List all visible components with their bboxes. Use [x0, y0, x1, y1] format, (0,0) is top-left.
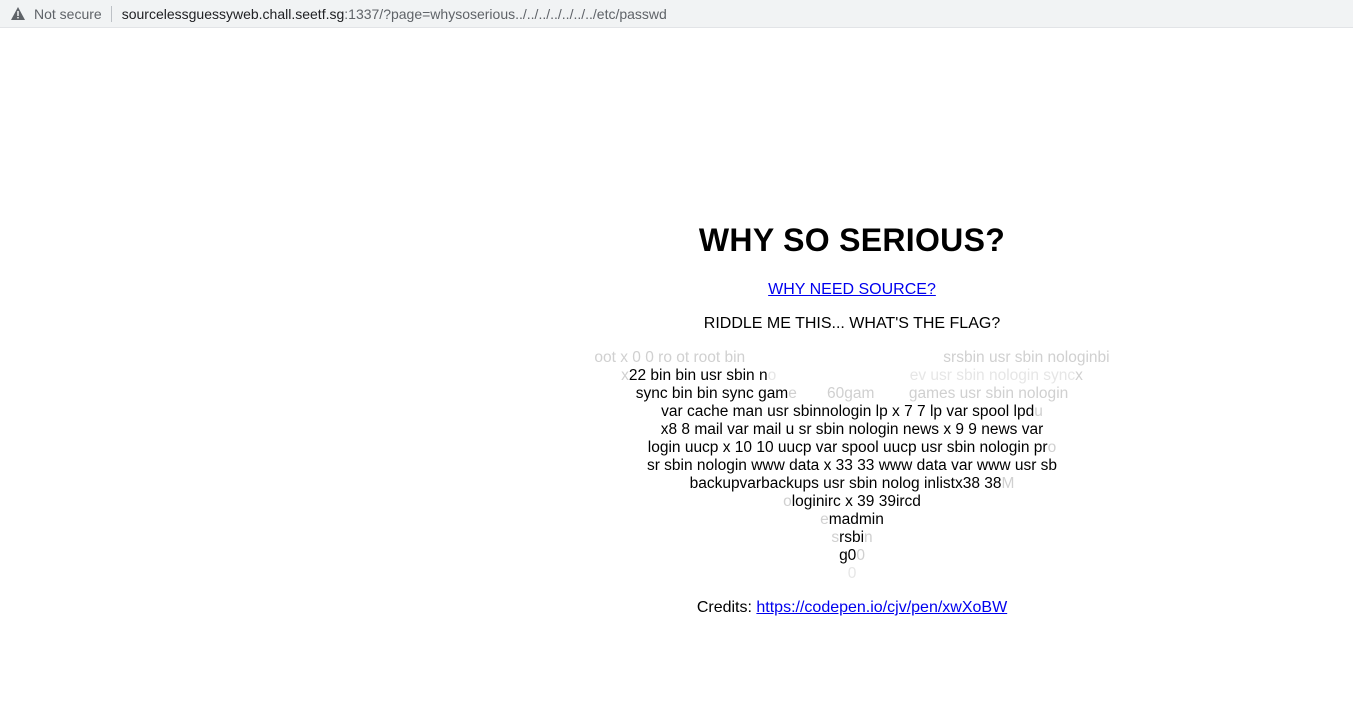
- passwd-line: g00: [839, 547, 865, 564]
- address-bar[interactable]: Not secure sourcelessguessyweb.chall.see…: [0, 0, 1353, 28]
- passwd-line: srsbin: [831, 529, 873, 546]
- security-label[interactable]: Not secure: [34, 6, 102, 22]
- passwd-line: login uucp x 10 10 uucp var spool uucp u…: [647, 439, 1057, 456]
- passwd-line: x8 8 mail var mail u sr sbin nologin new…: [660, 421, 1044, 438]
- source-link-container: WHY NEED SOURCE?: [582, 281, 1122, 299]
- url-text[interactable]: sourcelessguessyweb.chall.seetf.sg:1337/…: [122, 6, 667, 22]
- url-host: sourcelessguessyweb.chall.seetf.sg: [121, 5, 345, 22]
- url-path: :1337/?page=whysoserious../../../../../.…: [344, 5, 667, 22]
- passwd-line: var cache man usr sbinnologin lp x 7 7 l…: [661, 403, 1043, 420]
- passwd-line: emadmin: [820, 511, 884, 528]
- passwd-line: x22 bin bin usr sbin no ev usr sbin nolo…: [621, 367, 1083, 384]
- passwd-line: backupvarbackups usr sbin nolog inlistx3…: [689, 475, 1015, 492]
- credits-link[interactable]: https://codepen.io/cjv/pen/xwXoBW: [756, 599, 1007, 616]
- warning-triangle-icon[interactable]: [10, 6, 26, 22]
- passwd-line: ologinirc x 39 39ircd: [783, 493, 921, 510]
- passwd-line: oot x 0 0 ro ot root bin srsbin usr sbin…: [594, 349, 1110, 366]
- page-content: WHY SO SERIOUS? WHY NEED SOURCE? RIDDLE …: [0, 29, 1353, 701]
- passwd-heart: oot x 0 0 ro ot root bin srsbin usr sbin…: [572, 349, 1132, 583]
- page-title: WHY SO SERIOUS?: [698, 222, 1006, 258]
- credits-label: Credits:: [696, 599, 757, 616]
- passwd-line: sync bin bin sync game 60gam games usr s…: [635, 385, 1069, 402]
- passwd-line: 0: [847, 565, 857, 582]
- credits: Credits: https://codepen.io/cjv/pen/xwXo…: [582, 599, 1122, 617]
- riddle-text: RIDDLE ME THIS... WHAT'S THE FLAG?: [703, 315, 1001, 332]
- passwd-line: sr sbin nologin www data x 33 33 www dat…: [646, 457, 1058, 474]
- why-need-source-link[interactable]: WHY NEED SOURCE?: [768, 281, 936, 298]
- address-divider: [110, 5, 112, 22]
